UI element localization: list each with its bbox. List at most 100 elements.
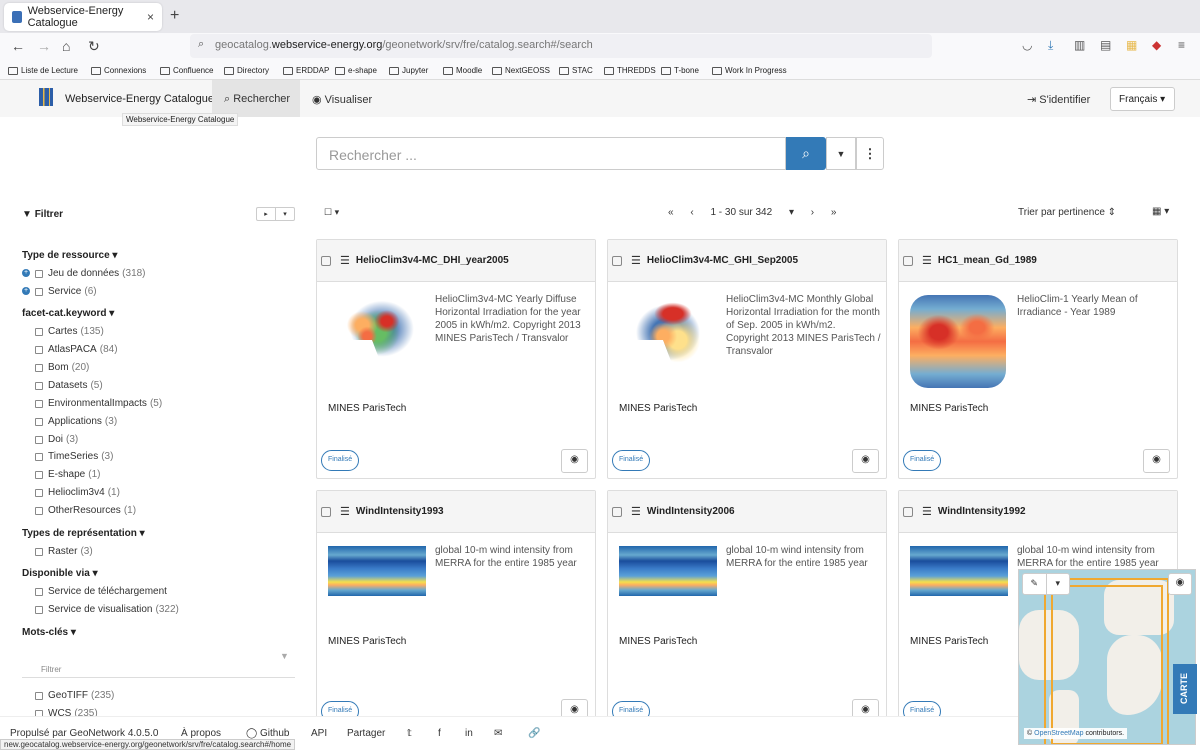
filter-actions[interactable]: ▸ ▾ (256, 207, 295, 221)
result-range[interactable]: 1 - 30 sur 342 ▾ (710, 207, 794, 218)
card-title[interactable]: WindIntensity1993 (356, 506, 444, 517)
map-widget[interactable] (1018, 569, 1196, 745)
facet-heading[interactable]: Type de ressource ▾ (22, 250, 117, 261)
card-thumbnail[interactable] (328, 546, 426, 596)
card-title[interactable]: HelioClim3v4-MC_DHI_year2005 (356, 255, 509, 266)
facet-item[interactable]: Applications (3) (35, 416, 117, 427)
pencil-icon[interactable]: ✎ (1023, 574, 1047, 594)
facet-item[interactable]: OtherResources (1) (35, 505, 136, 516)
facet-checkbox[interactable] (35, 605, 43, 614)
globe-icon[interactable]: ◉ (1168, 573, 1192, 595)
facet-checkbox[interactable] (35, 452, 43, 461)
card-checkbox[interactable] (612, 506, 622, 517)
card-thumbnail[interactable] (910, 546, 1008, 596)
reload-icon[interactable]: ↻ (88, 38, 100, 55)
pagination[interactable]: « ‹ 1 - 30 sur 342 ▾ › » (668, 207, 850, 218)
language-select[interactable]: Français ▾ (1110, 87, 1175, 111)
card-thumbnail[interactable] (619, 295, 717, 370)
bookmark-item[interactable]: T-bone (661, 66, 699, 75)
search-tab[interactable]: ⌕ Rechercher (212, 80, 300, 117)
globe-icon[interactable]: ◉ (852, 449, 879, 473)
bookmark-item[interactable]: e-shape (335, 66, 377, 75)
facet-item[interactable]: AtlasPACA (84) (35, 344, 118, 355)
search-options-dropdown[interactable]: ▼ (826, 137, 856, 170)
link-icon[interactable]: 🔗 (528, 728, 540, 739)
email-icon[interactable]: ✉ (494, 728, 502, 739)
linkedin-icon[interactable]: in (465, 728, 473, 739)
reader-icon[interactable]: ▤ (1100, 38, 1111, 52)
result-card[interactable]: ☰ HelioClim3v4-MC_DHI_year2005 HelioClim3v… (316, 239, 596, 479)
facet-item[interactable]: Raster (3) (35, 546, 93, 557)
bookmark-item[interactable]: Confluence (160, 66, 213, 75)
facet-checkbox[interactable] (35, 435, 43, 444)
facet-checkbox[interactable] (35, 287, 43, 296)
card-checkbox[interactable] (612, 255, 622, 266)
facet-heading[interactable]: Types de représentation ▾ (22, 528, 145, 539)
expand-icon[interactable]: ▸ (257, 208, 276, 220)
result-card[interactable]: ☰ HelioClim3v4-MC_GHI_Sep2005 HelioClim3v4… (607, 239, 887, 479)
download-icon[interactable]: ⤓ (1048, 38, 1053, 53)
facet-heading[interactable]: Mots-clés ▾ (22, 627, 76, 638)
facet-item[interactable]: Service de visualisation (322) (35, 604, 179, 615)
last-page-icon[interactable]: » (831, 207, 837, 218)
api-link[interactable]: API (311, 728, 327, 739)
card-checkbox[interactable] (903, 506, 913, 517)
facet-checkbox[interactable] (35, 345, 43, 354)
map-toggle-button[interactable]: CARTE (1173, 664, 1197, 714)
facet-checkbox[interactable] (35, 691, 43, 700)
github-link[interactable]: ◯ Github (246, 728, 289, 739)
bookmark-item[interactable]: THREDDS (604, 66, 656, 75)
facet-checkbox[interactable] (35, 363, 43, 372)
facet-checkbox[interactable] (35, 470, 43, 479)
globe-icon[interactable]: ◉ (1143, 449, 1170, 473)
view-mode-dropdown[interactable]: ▦ ▾ (1152, 206, 1169, 217)
expand-plus-icon[interactable]: + (22, 287, 30, 295)
more-options-icon[interactable]: ⋮ (856, 137, 884, 170)
bookmark-item[interactable]: Connexions (91, 66, 146, 75)
library-icon[interactable]: ▥ (1074, 38, 1085, 52)
facet-checkbox[interactable] (35, 488, 43, 497)
search-input[interactable]: Rechercher ... (316, 137, 786, 170)
globe-icon[interactable]: ◉ (561, 449, 588, 473)
bookmark-item[interactable]: Jupyter (389, 66, 428, 75)
browser-tab[interactable]: Webservice-Energy Catalogue × (4, 3, 162, 31)
facet-checkbox[interactable] (35, 506, 43, 515)
facet-item[interactable]: Cartes (135) (35, 326, 104, 337)
facet-checkbox[interactable] (35, 327, 43, 336)
facet-item[interactable]: GeoTIFF (235) (35, 690, 114, 701)
result-card[interactable]: ☰ WindIntensity2006 global 10-m wind inten… (607, 490, 887, 730)
visualize-tab[interactable]: ◉ Visualiser (312, 93, 372, 106)
facet-item[interactable]: Service (6) (35, 286, 97, 297)
keyword-filter-input[interactable]: Filtrer (22, 665, 295, 678)
back-icon[interactable]: ← (11, 38, 25, 54)
facet-checkbox[interactable] (35, 417, 43, 426)
facet-checkbox[interactable] (35, 269, 43, 278)
pocket-icon[interactable]: ◡ (1022, 38, 1032, 52)
select-all-dropdown[interactable]: ☐ ▾ (324, 207, 339, 218)
facet-checkbox[interactable] (35, 381, 43, 390)
bookmark-item[interactable]: NextGEOSS (492, 66, 550, 75)
result-card[interactable]: ☰ WindIntensity1993 global 10-m wind inten… (316, 490, 596, 730)
facet-item[interactable]: EnvironmentalImpacts (5) (35, 398, 162, 409)
card-thumbnail[interactable] (328, 295, 426, 370)
menu-icon[interactable]: ≡ (1178, 38, 1185, 52)
site-logo[interactable] (39, 88, 53, 106)
first-page-icon[interactable]: « (668, 207, 674, 218)
twitter-icon[interactable]: 𝕥 (407, 728, 412, 739)
bookmark-item[interactable]: Directory (224, 66, 269, 75)
url-bar[interactable]: ⌕ geocatalog.webservice-energy.org/geone… (190, 34, 932, 58)
bookmark-item[interactable]: Moodle (443, 66, 482, 75)
facet-item[interactable]: Service de téléchargement (35, 586, 170, 597)
facet-item[interactable]: Datasets (5) (35, 380, 103, 391)
card-thumbnail[interactable] (619, 546, 717, 596)
bookmark-item[interactable]: Liste de Lecture (8, 66, 78, 75)
bookmark-item[interactable]: STAC (559, 66, 593, 75)
shield-icon[interactable]: ◆ (1152, 38, 1161, 52)
facet-item[interactable]: Bom (20) (35, 362, 89, 373)
osm-link[interactable]: OpenStreetMap (1034, 730, 1083, 737)
card-thumbnail[interactable] (910, 295, 1006, 388)
card-checkbox[interactable] (321, 506, 331, 517)
facet-heading[interactable]: facet-cat.keyword ▾ (22, 308, 114, 319)
facet-item[interactable]: Jeu de données (318) (35, 268, 146, 279)
expand-plus-icon[interactable]: + (22, 269, 30, 277)
